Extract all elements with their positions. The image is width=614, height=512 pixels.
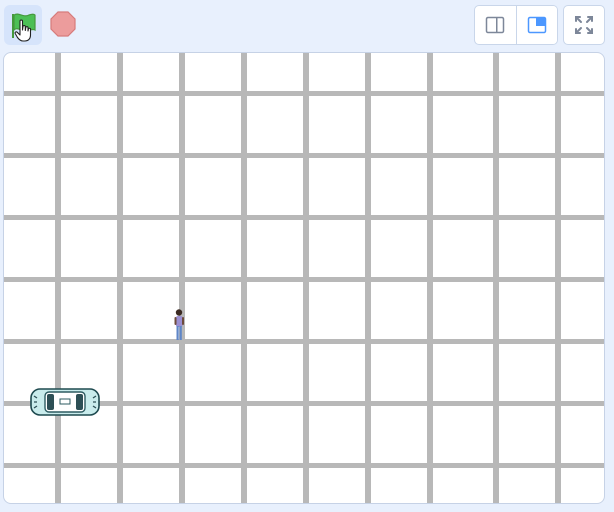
city-grid-backdrop bbox=[4, 53, 604, 503]
green-flag-button[interactable] bbox=[4, 5, 42, 45]
stage-toolbar bbox=[0, 0, 614, 52]
scratch-stage-app bbox=[0, 0, 614, 512]
person-sprite[interactable] bbox=[172, 308, 186, 342]
stage-size-toggle bbox=[474, 5, 558, 45]
normal-stage-button[interactable] bbox=[515, 6, 557, 44]
fullscreen-icon bbox=[575, 16, 593, 34]
car-sprite[interactable] bbox=[29, 386, 101, 418]
stage-canvas[interactable] bbox=[3, 52, 605, 504]
hand-cursor-icon bbox=[14, 19, 32, 42]
stop-button[interactable] bbox=[48, 9, 78, 39]
stop-sign-icon bbox=[50, 11, 76, 37]
small-stage-icon bbox=[486, 16, 505, 34]
normal-stage-icon bbox=[527, 16, 546, 34]
small-stage-button[interactable] bbox=[475, 6, 516, 44]
fullscreen-button[interactable] bbox=[563, 5, 605, 45]
